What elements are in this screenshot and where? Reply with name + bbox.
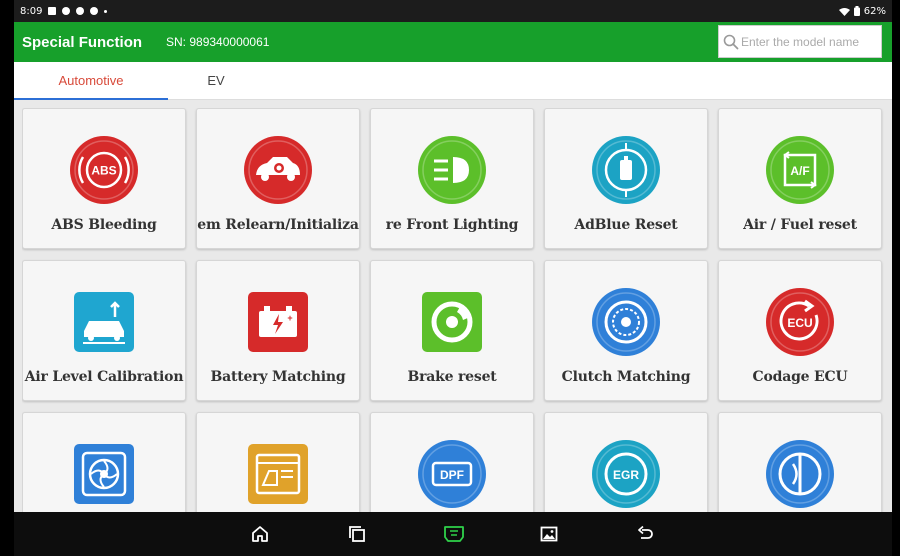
function-label: Clutch Matching bbox=[561, 369, 691, 385]
function-label: AdBlue Reset bbox=[574, 217, 678, 233]
screenshot-icon bbox=[540, 526, 558, 542]
function-label: em Relearn/Initializa bbox=[197, 217, 359, 233]
ecu-icon: ECU bbox=[765, 287, 835, 357]
back-icon bbox=[638, 525, 653, 539]
function-tile[interactable]: Brake reset bbox=[370, 260, 534, 401]
function-tile[interactable]: Clutch Matching bbox=[544, 260, 708, 401]
serial-number: SN: 989340000061 bbox=[166, 35, 270, 49]
svg-text:EGR: EGR bbox=[613, 468, 639, 482]
page-title: Special Function bbox=[22, 33, 143, 51]
abs-icon: ABS bbox=[69, 135, 139, 205]
throttle-icon bbox=[765, 439, 835, 509]
battery-percent: 62% bbox=[863, 5, 886, 17]
home-icon bbox=[252, 526, 268, 542]
function-tile[interactable]: EGR bbox=[544, 412, 708, 512]
adblue-icon bbox=[591, 135, 661, 205]
function-label: Air Level Calibration bbox=[24, 369, 184, 385]
model-search-box[interactable] bbox=[718, 25, 882, 58]
svg-text:DPF: DPF bbox=[440, 468, 464, 482]
function-tile[interactable]: Air Level Calibration bbox=[22, 260, 186, 401]
svg-text:ABS: ABS bbox=[91, 164, 116, 178]
wifi-icon bbox=[838, 7, 850, 16]
function-tile[interactable] bbox=[196, 412, 360, 512]
back-button[interactable] bbox=[631, 520, 659, 548]
air-fuel-icon: A/F bbox=[765, 135, 835, 205]
brake-disc-icon bbox=[417, 287, 487, 357]
tab-automotive[interactable]: Automotive bbox=[14, 62, 168, 100]
car-engine-icon bbox=[243, 135, 313, 205]
recent-apps-icon bbox=[349, 526, 365, 542]
egr-icon: EGR bbox=[591, 439, 661, 509]
function-tile[interactable]: + Battery Matching bbox=[196, 260, 360, 401]
navigation-bar bbox=[14, 512, 892, 556]
function-label: Air / Fuel reset bbox=[743, 217, 857, 233]
function-label: ABS Bleeding bbox=[51, 217, 157, 233]
function-tile[interactable]: em Relearn/Initializa bbox=[196, 108, 360, 249]
function-grid: ABS ABS Bleeding em Relearn/Initializa re… bbox=[22, 108, 884, 512]
fan-icon bbox=[69, 439, 139, 509]
category-tabs: Automotive EV bbox=[14, 62, 892, 100]
model-search-input[interactable] bbox=[741, 34, 881, 49]
function-label: Brake reset bbox=[407, 369, 497, 385]
settings-notification-icon bbox=[62, 7, 71, 15]
dpf-icon: DPF bbox=[417, 439, 487, 509]
status-bar: 8:09 62% bbox=[14, 0, 892, 22]
battery-icon: + bbox=[243, 287, 313, 357]
car-lift-icon bbox=[69, 287, 139, 357]
app-header: Special Function SN: 989340000061 bbox=[14, 22, 892, 62]
svg-text:A/F: A/F bbox=[790, 164, 809, 178]
function-tile[interactable]: re Front Lighting bbox=[370, 108, 534, 249]
recent-apps-button[interactable] bbox=[343, 520, 371, 548]
function-tile[interactable]: DPF bbox=[370, 412, 534, 512]
headlight-icon bbox=[417, 135, 487, 205]
home-button[interactable] bbox=[246, 520, 274, 548]
function-label: re Front Lighting bbox=[385, 217, 519, 233]
function-tile[interactable] bbox=[718, 412, 882, 512]
device-screen: 8:09 62% Special Function SN: 9893400000… bbox=[14, 0, 892, 556]
window-icon bbox=[243, 439, 313, 509]
chat-notification-icon bbox=[90, 7, 99, 15]
status-time: 8:09 bbox=[20, 5, 43, 17]
sync-notification-icon bbox=[76, 7, 85, 15]
battery-icon bbox=[853, 6, 860, 16]
tab-ev[interactable]: EV bbox=[168, 62, 264, 100]
search-icon bbox=[723, 34, 739, 49]
function-label: Codage ECU bbox=[752, 369, 848, 385]
vci-icon bbox=[444, 526, 464, 542]
function-tile[interactable]: AdBlue Reset bbox=[544, 108, 708, 249]
svg-text:+: + bbox=[287, 313, 292, 323]
image-notification-icon bbox=[48, 7, 57, 15]
screenshot-button[interactable] bbox=[535, 520, 563, 548]
function-tile[interactable]: A/F Air / Fuel reset bbox=[718, 108, 882, 249]
clutch-icon bbox=[591, 287, 661, 357]
more-notifications-dot bbox=[104, 9, 108, 13]
function-label: Battery Matching bbox=[210, 369, 346, 385]
vci-button[interactable] bbox=[440, 520, 468, 548]
function-tile[interactable]: ECU Codage ECU bbox=[718, 260, 882, 401]
svg-text:ECU: ECU bbox=[787, 316, 812, 330]
function-tile[interactable] bbox=[22, 412, 186, 512]
function-tile[interactable]: ABS ABS Bleeding bbox=[22, 108, 186, 249]
